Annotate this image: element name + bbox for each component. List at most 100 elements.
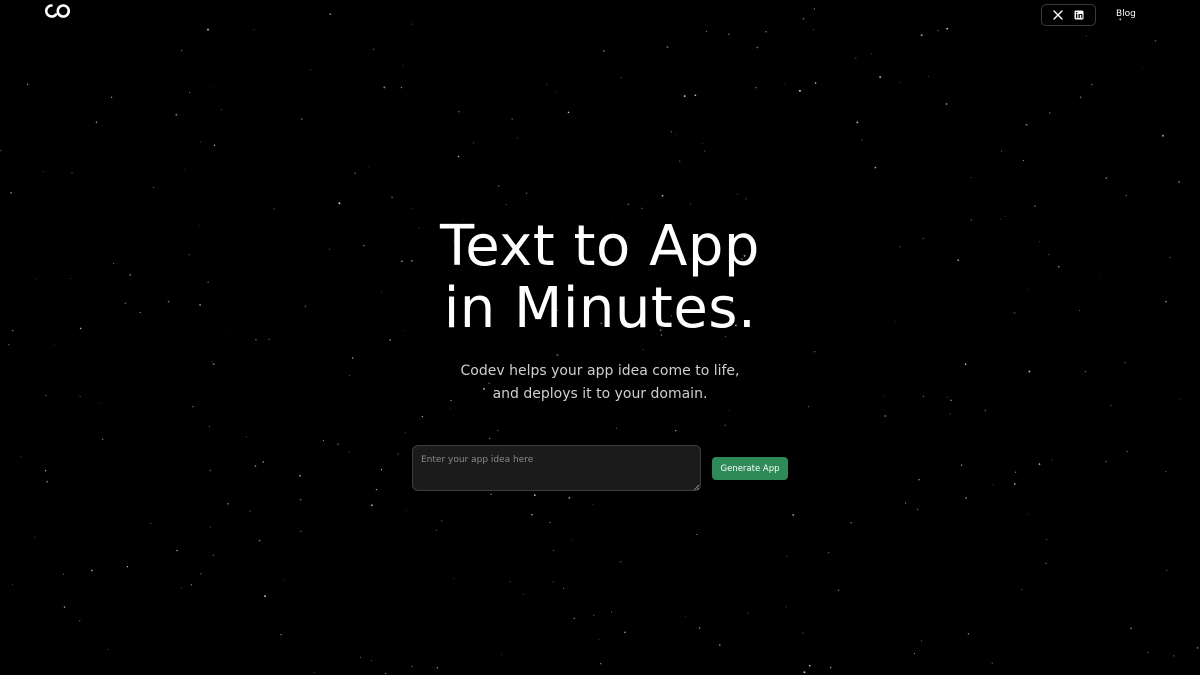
- star: [107, 649, 109, 650]
- star: [509, 581, 511, 583]
- star: [620, 561, 622, 563]
- star: [786, 556, 788, 557]
- star: [450, 408, 451, 410]
- star: [567, 111, 570, 114]
- star: [1021, 588, 1023, 591]
- star: [861, 139, 863, 141]
- star: [458, 111, 460, 113]
- star: [1105, 461, 1107, 463]
- star: [965, 497, 967, 499]
- x-twitter-icon[interactable]: [1050, 7, 1066, 23]
- star: [1147, 651, 1149, 653]
- star: [372, 48, 375, 51]
- star: [807, 406, 810, 408]
- star: [273, 208, 275, 210]
- star: [299, 498, 302, 501]
- star: [329, 13, 332, 16]
- star: [102, 438, 104, 440]
- star: [549, 521, 551, 523]
- star: [920, 34, 923, 37]
- hero-title-line-1: Text to App: [440, 214, 760, 279]
- star: [150, 522, 152, 525]
- blog-link[interactable]: Blog: [1116, 9, 1136, 19]
- star: [391, 196, 393, 199]
- star: [831, 57, 832, 58]
- star: [34, 536, 36, 538]
- star: [556, 354, 559, 356]
- generate-app-button[interactable]: Generate App: [712, 457, 788, 480]
- star: [53, 344, 55, 346]
- star: [1161, 134, 1164, 137]
- star: [879, 76, 882, 79]
- star: [498, 185, 500, 187]
- star: [1091, 83, 1093, 86]
- star: [661, 194, 664, 197]
- star: [300, 530, 302, 533]
- star: [813, 350, 816, 353]
- star: [991, 662, 993, 664]
- star: [402, 64, 404, 66]
- star: [827, 552, 830, 554]
- star: [397, 453, 399, 455]
- hero-subtitle: Codev helps your app idea come to life, …: [0, 360, 1200, 406]
- star: [531, 513, 533, 516]
- star: [227, 502, 230, 505]
- star: [884, 415, 887, 417]
- star: [874, 166, 877, 169]
- star: [598, 638, 600, 640]
- star: [435, 529, 438, 532]
- linkedin-icon[interactable]: [1071, 7, 1087, 23]
- app-idea-input[interactable]: [412, 445, 701, 491]
- star: [808, 664, 811, 667]
- star: [511, 118, 514, 120]
- star: [937, 30, 939, 32]
- star: [992, 484, 994, 486]
- star: [209, 426, 210, 428]
- star: [1165, 471, 1167, 473]
- star: [837, 589, 840, 592]
- star: [95, 121, 98, 123]
- star: [220, 108, 223, 111]
- star: [1015, 471, 1017, 473]
- star: [368, 166, 370, 168]
- star: [916, 508, 919, 511]
- star: [210, 526, 212, 528]
- star: [802, 632, 804, 634]
- star: [945, 103, 948, 105]
- star: [79, 620, 81, 622]
- star: [920, 640, 923, 642]
- star: [592, 503, 594, 505]
- star: [1049, 112, 1051, 114]
- star: [7, 343, 10, 346]
- star: [675, 133, 676, 135]
- star: [283, 579, 284, 581]
- star: [698, 627, 701, 629]
- star: [1034, 205, 1036, 207]
- codev-logo-icon[interactable]: [44, 3, 71, 19]
- star: [254, 465, 257, 467]
- star: [683, 95, 686, 98]
- star: [689, 203, 691, 205]
- star: [728, 33, 730, 35]
- star: [745, 198, 747, 200]
- star: [200, 573, 202, 575]
- star: [1014, 483, 1016, 485]
- star: [497, 430, 499, 432]
- star: [501, 654, 502, 655]
- star: [1000, 150, 1003, 152]
- star: [505, 203, 507, 206]
- star: [20, 456, 22, 458]
- hero-title-line-2: in Minutes.: [443, 276, 757, 341]
- star: [370, 504, 373, 507]
- star: [1166, 569, 1168, 571]
- star: [299, 474, 301, 477]
- star: [249, 510, 251, 512]
- star: [411, 666, 413, 668]
- star: [12, 584, 14, 586]
- star: [1022, 159, 1024, 162]
- star: [262, 461, 265, 463]
- star: [525, 192, 528, 194]
- star: [1125, 194, 1127, 197]
- star: [400, 86, 403, 89]
- star: [627, 203, 630, 206]
